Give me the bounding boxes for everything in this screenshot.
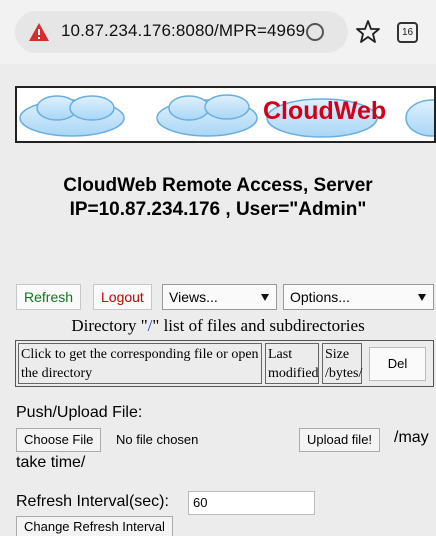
refresh-interval-input[interactable]: 60 [188, 491, 315, 515]
warning-icon[interactable] [28, 22, 50, 42]
refresh-interval-label: Refresh Interval(sec): [16, 493, 169, 510]
choose-file-button[interactable]: Choose File [16, 428, 102, 452]
no-file-chosen-text: No file chosen [116, 432, 199, 447]
change-refresh-interval-button[interactable]: Change Refresh Interval [16, 516, 173, 536]
upload-file-button[interactable]: Upload file! [299, 428, 381, 452]
column-header-modified: Last modified [265, 343, 319, 384]
directory-heading: Directory "/" list of files and subdirec… [0, 316, 436, 336]
column-header-size: Size /bytes/ [322, 343, 362, 384]
chevron-down-icon [261, 294, 269, 301]
options-select[interactable]: Options... [283, 284, 434, 310]
options-select-value: Options... [290, 289, 350, 305]
star-icon[interactable] [355, 19, 381, 45]
cloudweb-banner: CloudWeb [15, 86, 436, 143]
upload-note-part-2: take time/ [16, 454, 86, 471]
reload-icon[interactable] [304, 21, 326, 43]
page-title: CloudWeb Remote Access, Server IP=10.87.… [0, 174, 436, 222]
upload-note-part-1: /may [394, 429, 429, 446]
views-select[interactable]: Views... [162, 284, 277, 310]
logout-button[interactable]: Logout [93, 284, 152, 310]
url-text[interactable]: 10.87.234.176:8080/MPR=4969 [61, 21, 311, 41]
upload-label: Push/Upload File: [16, 404, 143, 421]
brand-name: CloudWeb [263, 97, 387, 125]
views-select-value: Views... [169, 289, 218, 305]
delete-button[interactable]: Del [369, 347, 426, 381]
chevron-down-icon [418, 294, 426, 301]
directory-heading-prefix: Directory " [71, 316, 148, 335]
refresh-button[interactable]: Refresh [16, 284, 82, 310]
directory-heading-suffix: " list of files and subdirectories [152, 316, 365, 335]
title-line-2: IP=10.87.234.176 , User="Admin" [69, 199, 367, 220]
title-line-1: CloudWeb Remote Access, Server [63, 175, 373, 196]
page-content: CloudWeb CloudWeb Remote Access, Server … [0, 64, 436, 536]
column-header-file: Click to get the corresponding file or o… [18, 343, 262, 384]
browser-toolbar: 10.87.234.176:8080/MPR=4969 16 [0, 0, 436, 64]
tabs-icon[interactable]: 16 [397, 22, 418, 43]
directory-table: Click to get the corresponding file or o… [15, 340, 434, 387]
